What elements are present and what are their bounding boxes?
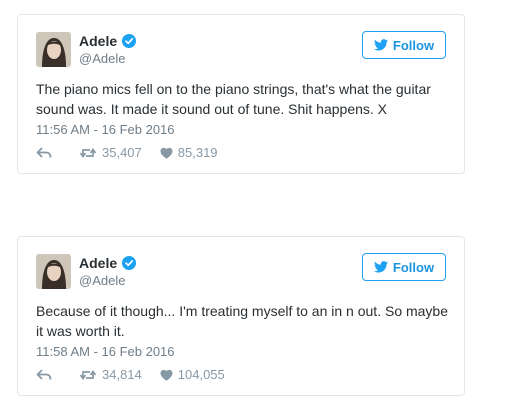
follow-button[interactable]: Follow [362, 253, 446, 281]
twitter-bird-icon [373, 39, 388, 51]
avatar-image [36, 254, 71, 289]
user-handle[interactable]: @Adele [79, 51, 125, 66]
display-name-text: Adele [79, 255, 118, 271]
reply-icon [36, 146, 52, 158]
like-count: 104,055 [177, 367, 225, 382]
verified-badge-icon [122, 34, 137, 48]
avatar[interactable] [36, 254, 71, 289]
verified-badge-icon [122, 256, 137, 270]
display-name[interactable]: Adele [79, 255, 137, 271]
heart-icon [160, 147, 173, 159]
display-name-text: Adele [79, 33, 118, 49]
avatar-image [36, 32, 71, 67]
heart-icon [160, 369, 173, 381]
avatar[interactable] [36, 32, 71, 67]
follow-label: Follow [392, 259, 435, 275]
user-handle[interactable]: @Adele [79, 273, 125, 288]
tweet-card: Adele @Adele Follow The piano mics fell … [17, 14, 465, 174]
retweet-icon [79, 147, 97, 158]
tweet-actions: 35,407 85,319 [36, 145, 236, 160]
reply-button[interactable] [36, 146, 57, 159]
follow-label: Follow [392, 37, 435, 53]
tweet-card: Adele @Adele Follow Because of it though… [17, 236, 465, 396]
tweet-timestamp[interactable]: 11:56 AM - 16 Feb 2016 [36, 122, 175, 137]
retweet-count: 34,814 [102, 367, 142, 382]
twitter-bird-icon [373, 261, 388, 273]
like-button[interactable]: 85,319 [160, 145, 218, 160]
reply-icon [36, 368, 52, 380]
tweet-timestamp[interactable]: 11:58 AM - 16 Feb 2016 [36, 344, 175, 359]
reply-button[interactable] [36, 368, 57, 381]
tweet-text: Because of it though... I'm treating mys… [36, 303, 449, 339]
retweet-button[interactable]: 34,814 [79, 367, 142, 382]
like-count: 85,319 [177, 145, 218, 160]
follow-button[interactable]: Follow [362, 31, 446, 59]
tweet-actions: 34,814 104,055 [36, 367, 243, 382]
like-button[interactable]: 104,055 [160, 367, 225, 382]
display-name[interactable]: Adele [79, 33, 137, 49]
retweet-count: 35,407 [102, 145, 142, 160]
retweet-button[interactable]: 35,407 [79, 145, 142, 160]
retweet-icon [79, 369, 97, 380]
tweet-text: The piano mics fell on to the piano stri… [36, 81, 431, 117]
